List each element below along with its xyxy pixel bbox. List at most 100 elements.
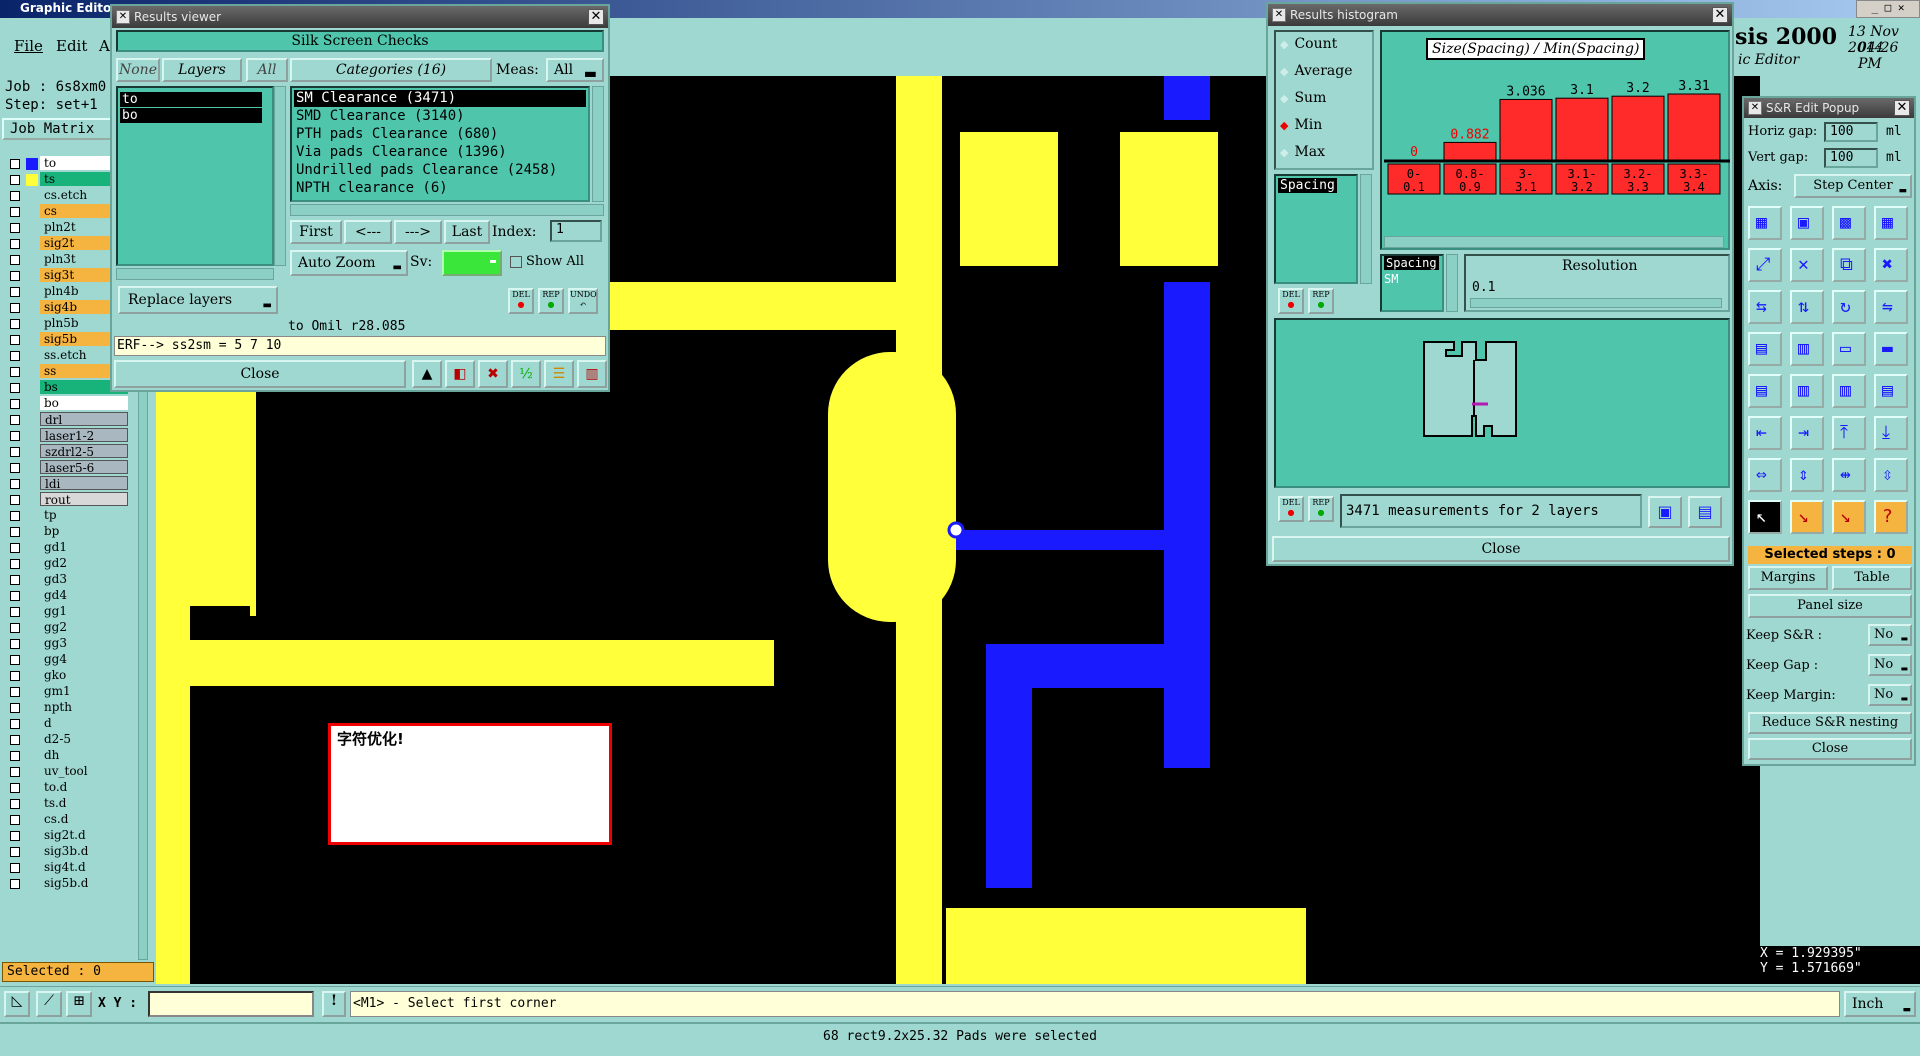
first-button[interactable]: First (290, 220, 342, 244)
layer-checkbox[interactable] (10, 783, 20, 793)
layer-row[interactable]: d2-5 (6, 732, 128, 747)
layer-checkbox[interactable] (10, 319, 20, 329)
prev-button[interactable]: <--- (344, 220, 392, 244)
layer-row[interactable]: dh (6, 748, 128, 763)
layer-row[interactable]: ts.d (6, 796, 128, 811)
stack-center-button[interactable]: ▥ (1790, 332, 1824, 366)
keep-sr-dropdown[interactable]: No ▬ (1868, 624, 1912, 646)
layer-checkbox[interactable] (10, 223, 20, 233)
export-button[interactable]: ▣ (1648, 496, 1682, 528)
layer-row[interactable]: sig5b.d (6, 876, 128, 891)
arrow-down-button[interactable]: ⤓ (1874, 416, 1908, 450)
category-item[interactable]: Undrilled pads Clearance (2458) (294, 162, 586, 179)
layer-row[interactable]: ts (6, 172, 128, 187)
histogram-titlebar[interactable]: ✕ Results histogram ✕ (1268, 4, 1732, 26)
layer-row[interactable]: gd3 (6, 572, 128, 587)
axis-dropdown[interactable]: Step Center ▬ (1794, 174, 1912, 198)
results-viewer-titlebar[interactable]: ✕ Results viewer ✕ (112, 6, 608, 28)
sv-color-dropdown[interactable]: ▬ (442, 250, 502, 276)
stat-option-count[interactable]: ◆ Count (1280, 36, 1337, 56)
last-button[interactable]: Last (444, 220, 490, 244)
layer-row[interactable]: sig2t.d (6, 828, 128, 843)
layer-checkbox[interactable] (10, 719, 20, 729)
layer-checkbox[interactable] (10, 335, 20, 345)
layer-row[interactable]: gg1 (6, 604, 128, 619)
highlight-button[interactable]: ▲ (412, 360, 442, 388)
layer-checkbox[interactable] (10, 431, 20, 441)
compare-button[interactable]: ½ (511, 360, 541, 388)
layer-checkbox[interactable] (10, 447, 20, 457)
layer-checkbox[interactable] (10, 847, 20, 857)
layer-row[interactable]: gg2 (6, 620, 128, 635)
layer-checkbox[interactable] (10, 815, 20, 825)
layer-checkbox[interactable] (10, 575, 20, 585)
step-copy-button[interactable]: ⧉ (1832, 248, 1866, 282)
layer-checkbox[interactable] (10, 559, 20, 569)
auto-zoom-dropdown[interactable]: Auto Zoom ▬ (290, 250, 408, 276)
distribute-h-button[interactable]: ▥ (1790, 374, 1824, 408)
menu-edit[interactable]: Edit (56, 37, 87, 55)
histogram-bar[interactable] (1443, 141, 1497, 161)
spacing-scroll[interactable] (1360, 174, 1372, 284)
layer-row[interactable]: rout (6, 492, 128, 507)
layer-row[interactable]: gd4 (6, 588, 128, 603)
layer-checkbox[interactable] (10, 255, 20, 265)
category-item[interactable]: NPTH clearance (6) (294, 180, 586, 197)
layer-checkbox[interactable] (10, 671, 20, 681)
rep-button[interactable]: REP ● (538, 288, 564, 314)
layer-checkbox[interactable] (10, 383, 20, 393)
layer-row[interactable]: bs (6, 380, 128, 395)
category-item[interactable]: Via pads Clearance (1396) (294, 144, 586, 161)
report-button[interactable]: ☰ (544, 360, 574, 388)
layer-row[interactable]: tp (6, 508, 128, 523)
stat-option-sum[interactable]: ◆ Sum (1280, 90, 1326, 110)
rv-layer-to[interactable]: to (120, 92, 262, 107)
tool-b-button[interactable]: ↘ (1832, 500, 1866, 534)
arrow-left-button[interactable]: ⇤ (1748, 416, 1782, 450)
layer-row[interactable]: ss (6, 364, 128, 379)
tool-a-button[interactable]: ↘ (1790, 500, 1824, 534)
align-grid-button[interactable]: ▦ (1748, 206, 1782, 240)
step-remove-button[interactable]: ✖ (1874, 248, 1908, 282)
measure-button[interactable]: ⟋ (36, 991, 62, 1017)
layer-row[interactable]: bp (6, 524, 128, 539)
layer-row[interactable]: to.d (6, 780, 128, 795)
close-icon[interactable]: ✕ (1712, 7, 1728, 23)
menu-action[interactable]: A (99, 37, 110, 55)
close-icon[interactable]: ✕ (588, 9, 604, 25)
horiz-gap-input[interactable]: 100 (1824, 122, 1878, 142)
spread-v-button[interactable]: ⇕ (1790, 458, 1824, 492)
units-dropdown[interactable]: Inch ▬ (1844, 991, 1916, 1017)
sr-titlebar[interactable]: ✕ S&R Edit Popup ✕ (1744, 98, 1914, 118)
layer-row[interactable]: gd1 (6, 540, 128, 555)
layer-row[interactable]: cs (6, 204, 128, 219)
histogram-close-button[interactable]: Close (1272, 536, 1730, 562)
window-controls[interactable]: _ □ ✕ (1856, 0, 1920, 18)
category-item[interactable]: SM Clearance (3471) (294, 90, 586, 107)
layer-checkbox[interactable] (10, 415, 20, 425)
layer-row[interactable]: pln4b (6, 284, 128, 299)
layer-row[interactable]: laser1-2 (6, 428, 128, 443)
layer-checkbox[interactable] (10, 751, 20, 761)
layer-checkbox[interactable] (10, 271, 20, 281)
spacing-item[interactable]: Spacing (1278, 178, 1337, 193)
layer-row[interactable]: szdrl2-5 (6, 444, 128, 459)
undo-button[interactable]: UNDO ↶ (568, 288, 598, 314)
histogram-bar[interactable] (1611, 95, 1665, 161)
import-button[interactable]: ▤ (1688, 496, 1722, 528)
none-button[interactable]: None (116, 58, 160, 82)
window-menu-icon[interactable]: ✕ (1748, 101, 1762, 115)
layer-checkbox[interactable] (10, 367, 20, 377)
stat-option-average[interactable]: ◆ Average (1280, 63, 1353, 83)
layer-row[interactable]: ldi (6, 476, 128, 491)
grid-button[interactable]: ⊞ (66, 991, 92, 1017)
flip-h-button[interactable]: ⇆ (1748, 290, 1782, 324)
chart-hscroll[interactable] (1384, 236, 1724, 248)
layer-row[interactable]: laser5-6 (6, 460, 128, 475)
next-button[interactable]: ---> (394, 220, 442, 244)
layer-row[interactable]: pln5b (6, 316, 128, 331)
layer-checkbox[interactable] (10, 511, 20, 521)
keep-gap-dropdown[interactable]: No ▬ (1868, 654, 1912, 676)
tool-c-button[interactable]: ? (1874, 500, 1908, 534)
distribute-v-button[interactable]: ▥ (1832, 374, 1866, 408)
